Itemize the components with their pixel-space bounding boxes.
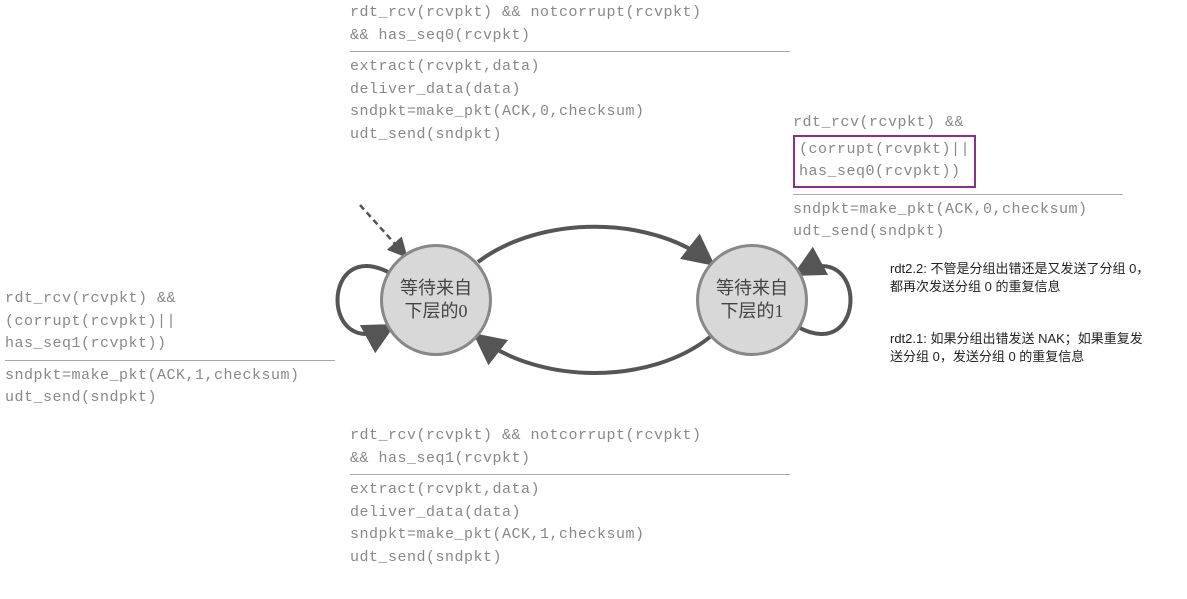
note-rdt21: rdt2.1: 如果分组出错发送 NAK；如果重复发送分组 0，发送分组 0 的… — [890, 330, 1150, 366]
divider — [5, 360, 335, 361]
right-act-2: udt_send(sndpkt) — [793, 221, 1123, 244]
note-rdt22: rdt2.2: 不管是分组出错还是又发送了分组 0，都再次发送分组 0 的重复信… — [890, 260, 1150, 296]
transition-left-selfloop: rdt_rcv(rcvpkt) && (corrupt(rcvpkt)|| ha… — [5, 288, 335, 410]
transition-right-selfloop: rdt_rcv(rcvpkt) && (corrupt(rcvpkt)|| ha… — [793, 112, 1123, 244]
left-act-2: udt_send(sndpkt) — [5, 387, 335, 410]
top-act-2: deliver_data(data) — [350, 79, 790, 102]
bottom-act-3: sndpkt=make_pkt(ACK,1,checksum) — [350, 524, 790, 547]
bottom-act-4: udt_send(sndpkt) — [350, 547, 790, 570]
highlighted-condition: (corrupt(rcvpkt)|| has_seq0(rcvpkt)) — [793, 135, 976, 188]
left-cond-3: has_seq1(rcvpkt)) — [5, 333, 335, 356]
bottom-act-2: deliver_data(data) — [350, 502, 790, 525]
bottom-cond-1: rdt_rcv(rcvpkt) && notcorrupt(rcvpkt) — [350, 425, 790, 448]
divider — [350, 51, 790, 52]
top-act-3: sndpkt=make_pkt(ACK,0,checksum) — [350, 101, 790, 124]
right-cond-3: has_seq0(rcvpkt)) — [799, 161, 970, 184]
state-1-label: 等待来自下层的1 — [716, 277, 788, 324]
left-cond-1: rdt_rcv(rcvpkt) && — [5, 288, 335, 311]
top-act-4: udt_send(sndpkt) — [350, 124, 790, 147]
top-cond-1: rdt_rcv(rcvpkt) && notcorrupt(rcvpkt) — [350, 2, 790, 25]
state-wait-0: 等待来自下层的0 — [380, 244, 492, 356]
top-cond-2: && has_seq0(rcvpkt) — [350, 25, 790, 48]
divider — [793, 194, 1123, 195]
left-act-1: sndpkt=make_pkt(ACK,1,checksum) — [5, 365, 335, 388]
right-act-1: sndpkt=make_pkt(ACK,0,checksum) — [793, 199, 1123, 222]
bottom-cond-2: && has_seq1(rcvpkt) — [350, 448, 790, 471]
right-cond-2: (corrupt(rcvpkt)|| — [799, 139, 970, 162]
right-cond-1: rdt_rcv(rcvpkt) && — [793, 112, 1123, 135]
state-0-label: 等待来自下层的0 — [400, 277, 472, 324]
top-act-1: extract(rcvpkt,data) — [350, 56, 790, 79]
bottom-act-1: extract(rcvpkt,data) — [350, 479, 790, 502]
transition-bottom: rdt_rcv(rcvpkt) && notcorrupt(rcvpkt) &&… — [350, 425, 790, 569]
divider — [350, 474, 790, 475]
left-cond-2: (corrupt(rcvpkt)|| — [5, 311, 335, 334]
state-wait-1: 等待来自下层的1 — [696, 244, 808, 356]
transition-top: rdt_rcv(rcvpkt) && notcorrupt(rcvpkt) &&… — [350, 2, 790, 146]
